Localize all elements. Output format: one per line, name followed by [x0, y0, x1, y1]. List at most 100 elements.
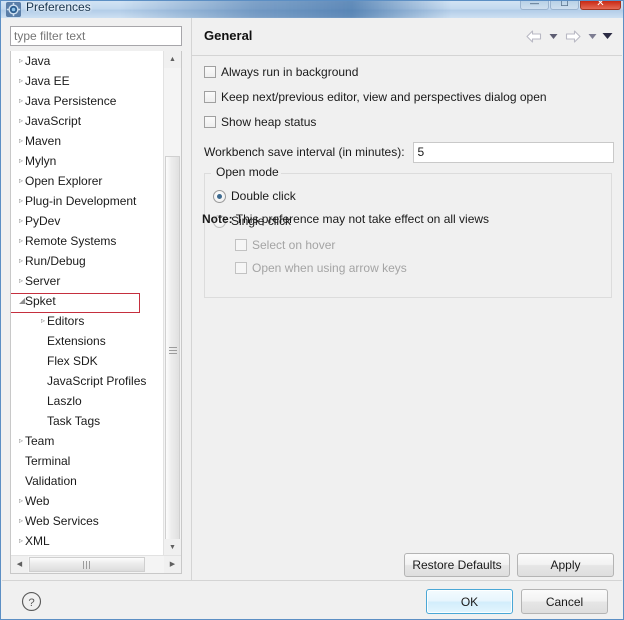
tree-item-label: Web — [25, 494, 50, 508]
minimize-button[interactable]: — — [520, 1, 549, 10]
tree-item-web[interactable]: ▹ Web — [11, 491, 165, 511]
tree-item-terminal[interactable]: Terminal — [11, 451, 165, 471]
scroll-thumb-grip — [169, 347, 177, 355]
tree-item-javascript-profiles[interactable]: JavaScript Profiles — [11, 371, 165, 391]
forward-arrow-icon[interactable] — [562, 26, 584, 46]
tree-item-validation[interactable]: Validation — [11, 471, 165, 491]
tree-item-label: Validation — [25, 474, 77, 488]
note-prefix: Note: — [202, 212, 233, 226]
tree-item-label: Java Persistence — [25, 94, 117, 108]
tree-vertical-scrollbar[interactable]: ▲ ▼ — [163, 51, 181, 556]
tree-item-label: PyDev — [25, 214, 61, 228]
tree-horizontal-scrollbar[interactable]: ◀ ▶ — [11, 555, 181, 573]
help-question-icon[interactable]: ? — [21, 591, 42, 612]
restore-defaults-button[interactable]: Restore Defaults — [404, 553, 510, 577]
page-header: General — [192, 18, 622, 56]
apply-button[interactable]: Apply — [517, 553, 614, 577]
tree-item-label: Flex SDK — [47, 354, 98, 368]
scroll-right-icon[interactable]: ▶ — [164, 556, 181, 573]
tree-item-editors[interactable]: ▹ Editors — [11, 311, 165, 331]
tree-item-label: Task Tags — [47, 414, 101, 428]
filter-input[interactable] — [10, 26, 182, 46]
tree-item-laszlo[interactable]: Laszlo — [11, 391, 165, 411]
tree-item-plug-in-development[interactable]: ▹ Plug-in Development — [11, 191, 165, 211]
tree-item-label: Open Explorer — [25, 174, 103, 188]
maximize-button[interactable]: ☐ — [550, 1, 579, 10]
tree-item-server[interactable]: ▹ Server — [11, 271, 165, 291]
checkbox-box — [204, 91, 216, 103]
tree-item-spket[interactable]: ◢ Spket — [11, 291, 165, 311]
svg-text:?: ? — [28, 597, 34, 609]
maximize-icon: ☐ — [560, 1, 569, 8]
tree-item-label: Extensions — [47, 334, 106, 348]
close-button[interactable]: ✕ — [580, 1, 621, 10]
minimize-icon: — — [530, 1, 539, 8]
tree-item-label: Spket — [25, 294, 56, 308]
tree-item-java-persistence[interactable]: ▹ Java Persistence — [11, 91, 165, 111]
checkbox-box — [235, 239, 247, 251]
tree-item-mylyn[interactable]: ▹ Mylyn — [11, 151, 165, 171]
title-bar: Preferences — ☐ ✕ — [1, 1, 623, 18]
tree-item-open-explorer[interactable]: ▹ Open Explorer — [11, 171, 165, 191]
titlebar-glass-highlight — [121, 1, 451, 18]
tree-item-label: Remote Systems — [25, 234, 117, 248]
note-text: This preference may not take effect on a… — [235, 212, 490, 226]
tree-item-label: Mylyn — [25, 154, 57, 168]
tree-item-java[interactable]: ▹ Java — [11, 51, 165, 71]
radio-label: Double click — [231, 189, 296, 203]
open-mode-legend: Open mode — [214, 165, 281, 179]
window-title: Preferences — [26, 1, 91, 14]
back-dropdown-icon[interactable] — [547, 26, 560, 46]
tree-item-extensions[interactable]: Extensions — [11, 331, 165, 351]
open-mode-note: Note: This preference may not take effec… — [202, 212, 489, 226]
save-interval-label: Workbench save interval (in minutes): — [204, 145, 405, 159]
dialog-footer: ? OK Cancel — [2, 580, 622, 619]
tree-item-java-ee[interactable]: ▹ Java EE — [11, 71, 165, 91]
horizontal-scroll-thumb[interactable] — [29, 557, 145, 572]
view-menu-icon[interactable] — [601, 26, 614, 46]
tree-item-pydev[interactable]: ▹ PyDev — [11, 211, 165, 231]
tree-item-label: Plug-in Development — [25, 194, 137, 208]
tree-item-javascript[interactable]: ▹ JavaScript — [11, 111, 165, 131]
open-mode-group: Open mode Double click Single click Sele… — [204, 165, 612, 298]
page-navigation-toolbar — [523, 26, 614, 46]
tree-item-task-tags[interactable]: Task Tags — [11, 411, 165, 431]
scroll-up-icon[interactable]: ▲ — [164, 51, 181, 68]
scroll-thumb-grip — [83, 561, 91, 569]
checkbox-keep-dialog-open[interactable]: Keep next/previous editor, view and pers… — [204, 88, 547, 106]
checkbox-label: Always run in background — [221, 65, 359, 79]
tree-item-maven[interactable]: ▹ Maven — [11, 131, 165, 151]
close-icon: ✕ — [596, 1, 605, 9]
back-arrow-icon[interactable] — [523, 26, 545, 46]
tree-item-web-services[interactable]: ▹ Web Services — [11, 511, 165, 531]
checkbox-box — [204, 66, 216, 78]
tree-item-label: Maven — [25, 134, 62, 148]
radio-double-click[interactable]: Double click — [213, 187, 296, 205]
tree-item-label: JavaScript — [25, 114, 82, 128]
tree-item-remote-systems[interactable]: ▹ Remote Systems — [11, 231, 165, 251]
checkbox-label: Open when using arrow keys — [252, 261, 407, 275]
ok-button[interactable]: OK — [426, 589, 513, 614]
cancel-button[interactable]: Cancel — [521, 589, 608, 614]
preference-tree: ▹ Java ▹ Java EE ▹ Java Persistence ▹ JavaScrip… — [10, 51, 182, 574]
checkbox-label: Show heap status — [221, 115, 317, 129]
tree-item-flex-sdk[interactable]: Flex SDK — [11, 351, 165, 371]
page-content: Always run in background Keep next/previ… — [192, 57, 622, 579]
scroll-down-icon[interactable]: ▼ — [164, 539, 181, 556]
tree-item-label: Server — [25, 274, 61, 288]
preferences-gear-icon — [6, 2, 21, 17]
tree-item-xml[interactable]: ▹ XML — [11, 531, 165, 551]
tree-item-label: Java — [25, 54, 51, 68]
preference-page-general: General Always run in background Keep ne… — [191, 18, 622, 580]
save-interval-input[interactable] — [412, 141, 614, 163]
scroll-left-icon[interactable]: ◀ — [11, 556, 28, 573]
vertical-scroll-thumb[interactable] — [165, 156, 180, 546]
tree-item-label: Java EE — [25, 74, 70, 88]
forward-dropdown-icon[interactable] — [586, 26, 599, 46]
tree-item-label: Laszlo — [47, 394, 82, 408]
tree-item-label: Run/Debug — [25, 254, 86, 268]
checkbox-always-run-in-background[interactable]: Always run in background — [204, 63, 358, 81]
tree-item-run-debug[interactable]: ▹ Run/Debug — [11, 251, 165, 271]
tree-item-team[interactable]: ▹ Team — [11, 431, 165, 451]
checkbox-show-heap-status[interactable]: Show heap status — [204, 113, 316, 131]
